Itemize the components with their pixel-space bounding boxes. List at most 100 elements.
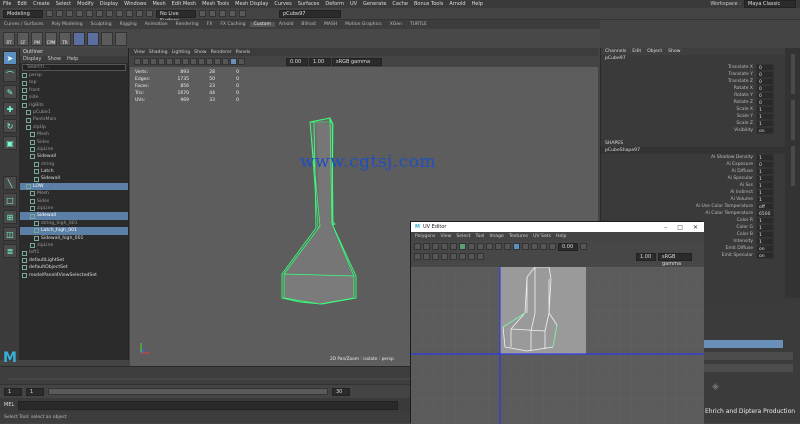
channel-attribute-value[interactable]: 0 [756, 71, 774, 78]
mel-input[interactable] [18, 400, 399, 410]
render-view-icon[interactable] [199, 10, 206, 17]
uv-layout-icon[interactable] [459, 243, 466, 250]
uv-orient-icon[interactable] [459, 253, 466, 260]
snap-grid-icon[interactable] [116, 10, 123, 17]
uv-align-icon[interactable] [432, 253, 439, 260]
channel-attribute-row[interactable]: Ai Volume 1 [601, 196, 800, 203]
uv-stack-icon[interactable] [450, 253, 457, 260]
outliner-row[interactable]: side [20, 94, 128, 101]
menu-windows[interactable]: Windows [121, 1, 149, 7]
image-plane-icon[interactable] [158, 58, 165, 65]
outliner-row[interactable]: Latch_high_001 [20, 227, 128, 235]
shelf-tab-fx[interactable]: FX [203, 22, 217, 27]
channel-attribute-value[interactable]: off [756, 203, 774, 210]
channel-attribute-row[interactable]: Scale Z1 [601, 120, 800, 127]
exposure-field[interactable]: 0.00 [286, 57, 308, 66]
side-tab-attribute-editor[interactable] [790, 54, 795, 94]
shelf-tab-poly-modeling[interactable]: Poly Modeling [48, 22, 87, 27]
outliner-row[interactable]: Sidewall [20, 153, 128, 160]
viewport-menu-view[interactable]: View [134, 50, 145, 55]
bookmark-icon[interactable] [150, 58, 157, 65]
redo-icon[interactable] [76, 10, 83, 17]
last-tool-icon[interactable]: ╲ [3, 176, 17, 190]
smooth-shade-icon[interactable] [198, 58, 205, 65]
workspace-selector[interactable]: Workspace : Maya Classic [710, 0, 796, 8]
channel-attribute-value[interactable]: 1 [756, 168, 774, 175]
shelf-tool-rt[interactable]: RT [3, 31, 15, 46]
layout-single-icon[interactable]: □ [3, 193, 17, 207]
scale-tool-icon[interactable]: ▣ [3, 136, 17, 150]
uv-menu-image[interactable]: Image [489, 234, 503, 239]
menu-generate[interactable]: Generate [360, 1, 389, 7]
menu-mesh[interactable]: Mesh [149, 1, 168, 7]
maximize-icon[interactable]: □ [677, 224, 683, 231]
menu-cache[interactable]: Cache [389, 1, 411, 7]
channel-attribute-row[interactable]: Translate Z0 [601, 78, 800, 85]
uv-settings-icon[interactable] [549, 243, 556, 250]
snap-point-icon[interactable] [136, 10, 143, 17]
uv-straighten-icon[interactable] [441, 253, 448, 260]
channel-attribute-row[interactable]: Rotate Z0 [601, 99, 800, 106]
playback-start-field[interactable]: 1 [26, 387, 44, 396]
outliner-row[interactable]: Sides [20, 139, 128, 146]
uv-editor-window[interactable]: M UV Editor – □ ✕ Polygons View Select Tool… [410, 221, 704, 424]
channel-attribute-row[interactable]: Ai Sss 1 [601, 182, 800, 189]
channel-attribute-row[interactable]: Translate Y0 [601, 71, 800, 78]
object-name-field[interactable]: pCube97 [279, 9, 341, 18]
channel-attribute-row[interactable]: Ai Specular 1 [601, 175, 800, 182]
channel-attribute-value[interactable]: 1 [756, 182, 774, 189]
uv-rotate-icon[interactable] [432, 243, 439, 250]
tab-channels[interactable]: Channels [605, 48, 626, 55]
outliner-row[interactable]: modelPanel4ViewSelectedSet [20, 272, 128, 279]
channel-attribute-row[interactable]: Rotate Y0 [601, 92, 800, 99]
uv-menu-polygons[interactable]: Polygons [415, 234, 435, 239]
render-frame-icon[interactable] [209, 10, 216, 17]
outliner-row[interactable]: defaultObjectSet [20, 264, 128, 271]
menu-curves[interactable]: Curves [271, 1, 294, 7]
channel-attribute-row[interactable]: Ai Color Temperature 6500 [601, 210, 800, 217]
menu-uv[interactable]: UV [347, 1, 360, 7]
xray-icon[interactable] [238, 58, 245, 65]
camera-icon[interactable] [134, 58, 141, 65]
texture-icon[interactable] [206, 58, 213, 65]
rotate-tool-icon[interactable]: ↻ [3, 119, 17, 133]
side-tab-modeling-toolkit[interactable] [790, 100, 795, 140]
menu-edit[interactable]: Edit [14, 1, 30, 7]
minimize-icon[interactable]: – [664, 224, 667, 231]
grid-icon[interactable] [166, 58, 173, 65]
outliner-row[interactable]: top [20, 79, 128, 86]
mel-label[interactable]: MEL [0, 402, 18, 408]
wireframe-icon[interactable] [190, 58, 197, 65]
uv-flip-icon[interactable] [450, 243, 457, 250]
channel-attribute-row[interactable]: Ai Use Color Temperature off [601, 203, 800, 210]
shelf-tool-plane-icon[interactable] [115, 31, 127, 46]
paint-select-tool-icon[interactable]: ✎ [3, 85, 17, 99]
outliner-row[interactable]: zipLine [20, 146, 128, 153]
viewport-menu-renderer[interactable]: Renderer [211, 50, 232, 55]
outliner-row[interactable]: Mesh [20, 190, 128, 197]
uv-cut-icon[interactable] [477, 243, 484, 250]
outliner-row[interactable]: zipLine [20, 205, 128, 212]
channel-attribute-value[interactable]: 0 [756, 78, 774, 85]
close-icon[interactable]: ✕ [693, 224, 698, 231]
uv-menu-help[interactable]: Help [556, 234, 566, 239]
uv-canvas[interactable] [411, 267, 704, 424]
shelf-tab-rigging[interactable]: Rigging [116, 22, 141, 27]
shelf-tab-custom[interactable]: Custom [249, 22, 275, 27]
tab-show[interactable]: Show [668, 48, 680, 55]
layout-outliner-icon[interactable]: ≣ [3, 244, 17, 258]
uv-menu-select[interactable]: Select [456, 234, 470, 239]
uv-distortion-icon[interactable] [531, 243, 538, 250]
menu-deform[interactable]: Deform [322, 1, 347, 7]
outliner-row[interactable]: zipLine [20, 242, 128, 249]
uv-menu-uv-sets[interactable]: UV Sets [533, 234, 551, 239]
tab-object[interactable]: Object [647, 48, 662, 55]
shelf-tool-cylinder-icon[interactable] [101, 31, 113, 46]
hypershade-icon[interactable] [239, 10, 246, 17]
tab-edit[interactable]: Edit [632, 48, 641, 55]
channel-attribute-row[interactable]: Ai Shadow Density 1 [601, 154, 800, 161]
uv-checker-icon[interactable] [513, 243, 520, 250]
uv-grid-icon[interactable] [495, 243, 502, 250]
move-tool-icon[interactable]: ✚ [3, 102, 17, 116]
ipr-render-icon[interactable] [219, 10, 226, 17]
